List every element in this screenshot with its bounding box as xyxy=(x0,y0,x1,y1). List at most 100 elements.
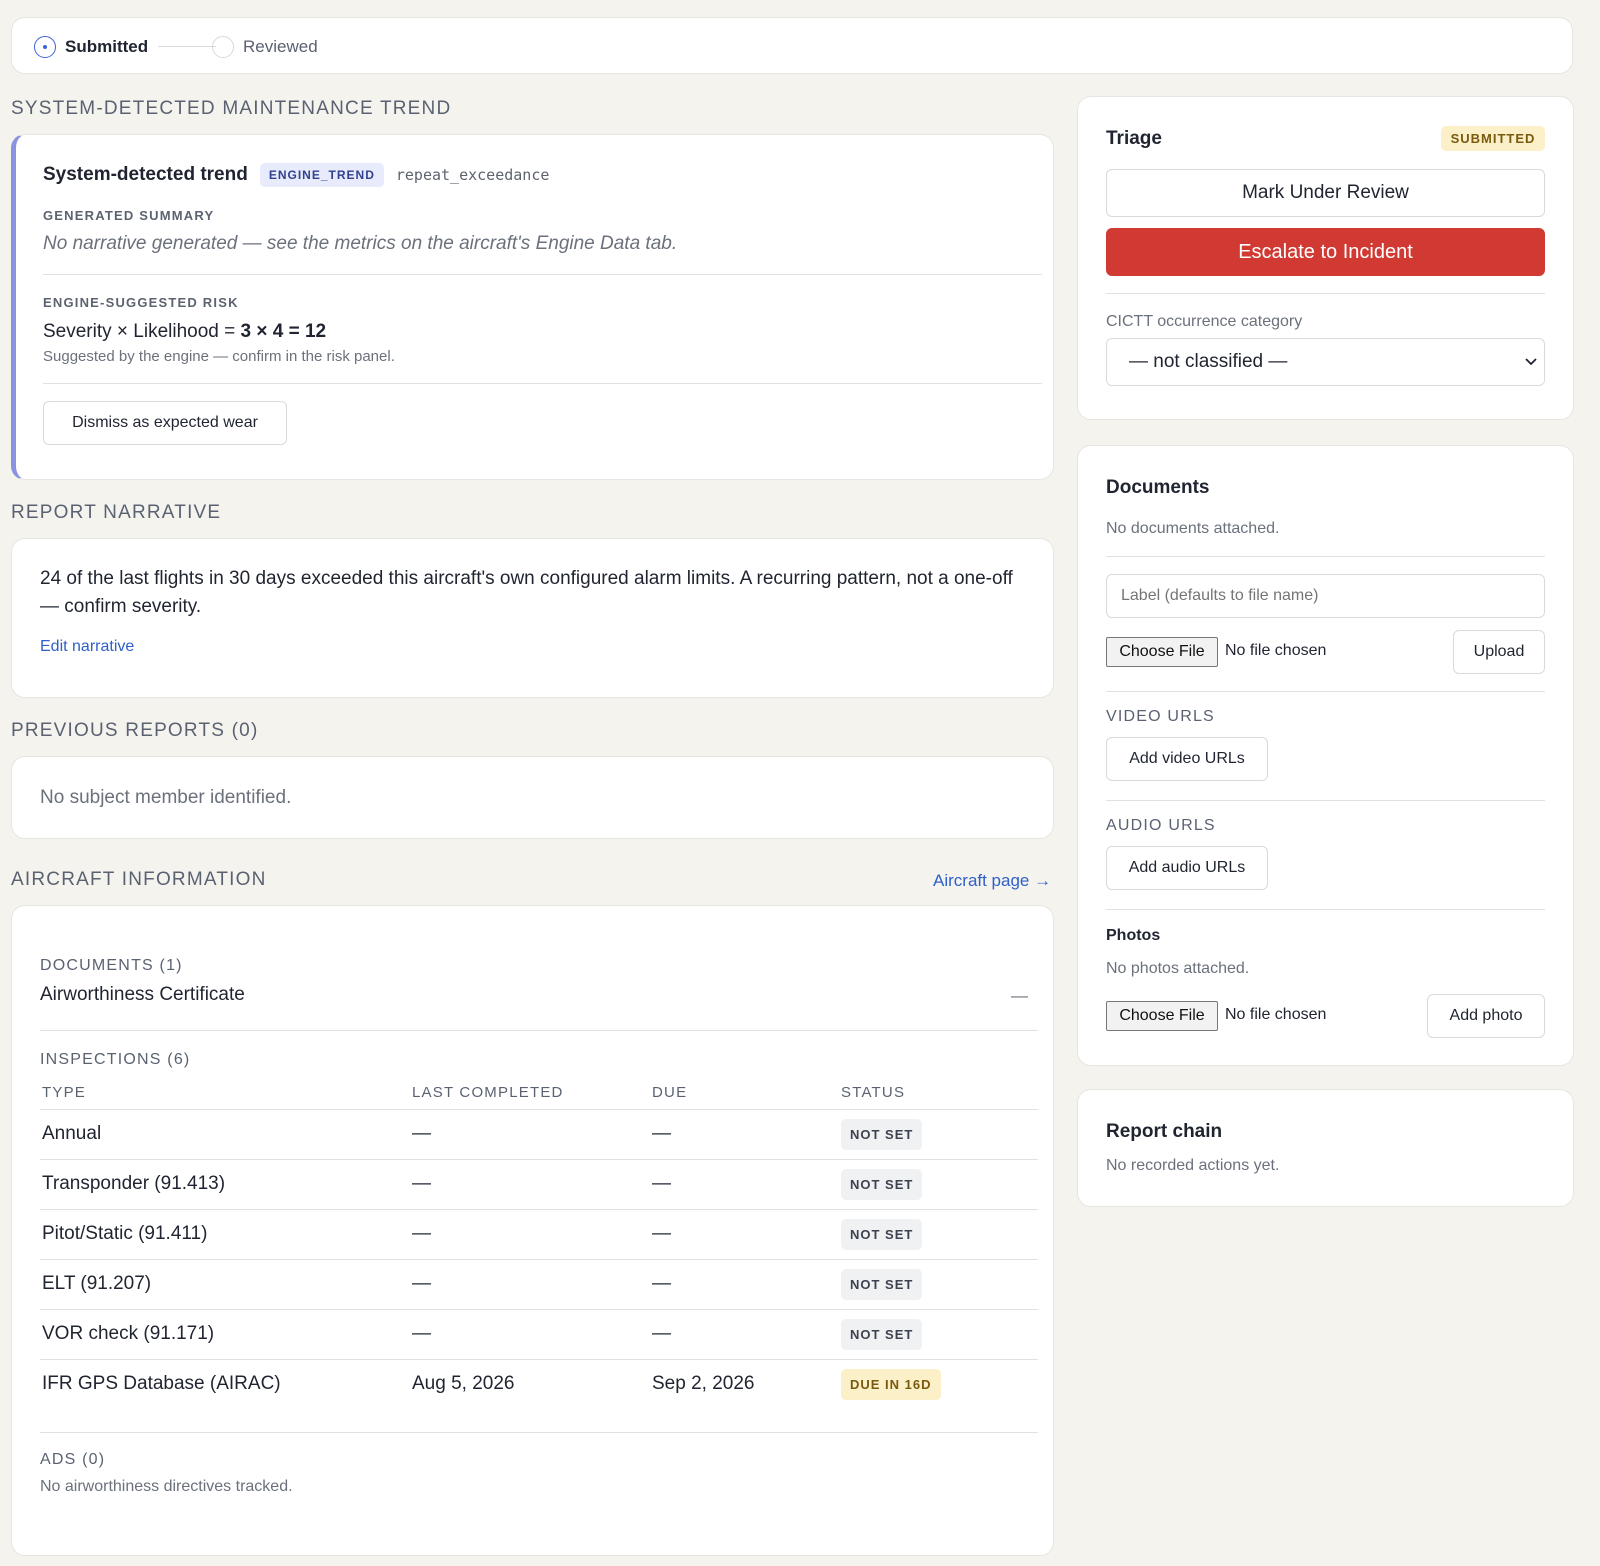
table-row: Annual — — NOT SET xyxy=(40,1109,1038,1159)
section-title-previous: PREVIOUS REPORTS (0) xyxy=(11,720,259,741)
column-header: STATUS xyxy=(841,1084,906,1102)
risk-label: ENGINE-SUGGESTED RISK xyxy=(43,295,239,310)
last-completed-cell: — xyxy=(412,1123,431,1144)
column-header: TYPE xyxy=(42,1084,86,1102)
table-row: Pitot/Static (91.411) — — NOT SET xyxy=(40,1209,1038,1259)
divider xyxy=(1106,293,1545,294)
status-badge: NOT SET xyxy=(841,1268,923,1300)
previous-reports-text: No subject member identified. xyxy=(40,787,292,808)
inspection-type-cell: VOR check (91.171) xyxy=(42,1323,215,1344)
triage-title: Triage xyxy=(1106,128,1162,149)
report-chain-panel: Report chain No recorded actions yet. xyxy=(1077,1089,1574,1207)
due-cell: — xyxy=(652,1223,671,1244)
add-audio-urls-button[interactable]: Add audio URLs xyxy=(1106,846,1268,890)
narrative-text: 24 of the last flights in 30 days exceed… xyxy=(40,568,1013,617)
documents-title: Documents xyxy=(1106,477,1210,498)
divider xyxy=(1106,909,1545,910)
summary-label: GENERATED SUMMARY xyxy=(43,208,215,223)
divider xyxy=(40,1030,1038,1031)
category-select-value: — not classified — xyxy=(1129,351,1288,372)
due-cell: — xyxy=(652,1273,671,1294)
inspections-count-label: INSPECTIONS (6) xyxy=(40,1051,191,1068)
column-header: LAST COMPLETED xyxy=(412,1084,564,1102)
mark-under-review-button[interactable]: Mark Under Review xyxy=(1106,169,1545,217)
column-header: DUE xyxy=(652,1084,688,1102)
status-badge: NOT SET xyxy=(841,1218,923,1250)
risk-note: Suggested by the engine — confirm in the… xyxy=(43,348,395,365)
inspection-type-cell: IFR GPS Database (AIRAC) xyxy=(42,1373,281,1395)
add-video-urls-button[interactable]: Add video URLs xyxy=(1106,737,1268,781)
triage-status-badge: SUBMITTED xyxy=(1441,126,1545,151)
inspection-type-cell: Pitot/Static (91.411) xyxy=(42,1223,208,1244)
inspections-table: TYPE LAST COMPLETED DUE STATUS Annual — — N… xyxy=(40,1077,1038,1409)
category-select[interactable]: — not classified — xyxy=(1106,338,1545,386)
divider xyxy=(43,383,1042,384)
dismiss-button[interactable]: Dismiss as expected wear xyxy=(43,401,287,445)
table-row: ELT (91.207) — — NOT SET xyxy=(40,1259,1038,1309)
add-photo-button[interactable]: Add photo xyxy=(1427,994,1545,1038)
document-label-input[interactable] xyxy=(1106,574,1545,618)
risk-formula: Severity × Likelihood = 3 × 4 = 12 xyxy=(43,321,326,343)
document-name: Airworthiness Certificate xyxy=(40,984,245,1005)
trend-card-title: System-detected trend xyxy=(43,164,248,185)
inspection-type-cell: Transponder (91.413) xyxy=(42,1173,226,1194)
video-urls-label: VIDEO URLS xyxy=(1106,708,1215,725)
trend-card: System-detected trend ENGINE_TREND repea… xyxy=(11,134,1054,480)
previous-reports-card: No subject member identified. xyxy=(11,756,1054,839)
photos-empty-text: No photos attached. xyxy=(1106,960,1250,977)
documents-empty-text: No documents attached. xyxy=(1106,520,1280,537)
step-label: Submitted xyxy=(65,36,149,56)
upload-button[interactable]: Upload xyxy=(1453,630,1545,674)
status-cell: NOT SET xyxy=(841,1109,1038,1159)
due-cell: — xyxy=(652,1173,671,1194)
no-file-text: No file chosen xyxy=(1225,642,1327,659)
trend-type-badge: ENGINE_TREND xyxy=(259,163,384,187)
divider xyxy=(1106,556,1545,557)
chevron-down-icon xyxy=(1525,358,1537,366)
last-completed-cell: — xyxy=(412,1173,431,1194)
section-title-trend: SYSTEM-DETECTED MAINTENANCE TREND xyxy=(11,98,452,119)
narrative-card: 24 of the last flights in 30 days exceed… xyxy=(11,538,1054,698)
documents-count-label: DOCUMENTS (1) xyxy=(40,957,183,974)
status-badge: NOT SET xyxy=(841,1168,923,1200)
category-label: CICTT occurrence category xyxy=(1106,313,1303,330)
divider xyxy=(1106,800,1545,801)
due-cell: — xyxy=(652,1123,671,1144)
report-chain-title: Report chain xyxy=(1106,1121,1223,1142)
last-completed-cell: — xyxy=(412,1273,431,1294)
inspection-type-cell: ELT (91.207) xyxy=(42,1273,152,1294)
ads-count-label: ADS (0) xyxy=(40,1451,106,1468)
choose-file-button[interactable]: Choose File xyxy=(1106,637,1218,667)
escalate-to-incident-button[interactable]: Escalate to Incident xyxy=(1106,228,1545,276)
report-chain-text: No recorded actions yet. xyxy=(1106,1157,1280,1174)
step-pending-icon xyxy=(212,35,234,58)
edit-narrative-link[interactable]: Edit narrative xyxy=(40,638,134,656)
step-submitted: Submitted xyxy=(34,18,148,75)
inspection-type-cell: Annual xyxy=(42,1123,102,1144)
status-cell: NOT SET xyxy=(841,1309,1038,1359)
step-label: Reviewed xyxy=(243,36,318,56)
divider xyxy=(1106,691,1545,692)
status-badge: NOT SET xyxy=(841,1118,923,1150)
documents-panel: Documents No documents attached. Choose … xyxy=(1077,445,1574,1066)
step-connector xyxy=(158,46,216,47)
divider xyxy=(43,274,1042,275)
table-header-row: TYPE LAST COMPLETED DUE STATUS xyxy=(40,1077,1038,1109)
section-title-aircraft: AIRCRAFT INFORMATION xyxy=(11,869,267,890)
status-badge: NOT SET xyxy=(841,1318,923,1350)
status-stepper: Submitted Reviewed xyxy=(11,17,1573,74)
aircraft-card: DOCUMENTS (1) Airworthiness Certificate … xyxy=(11,905,1054,1556)
last-completed-cell: — xyxy=(412,1223,431,1244)
trend-code: repeat_exceedance xyxy=(395,166,550,184)
status-cell: NOT SET xyxy=(841,1209,1038,1259)
audio-urls-label: AUDIO URLS xyxy=(1106,817,1216,834)
triage-panel: Triage SUBMITTED Mark Under Review Escal… xyxy=(1077,96,1574,420)
section-title-narrative: REPORT NARRATIVE xyxy=(11,502,222,523)
status-cell: DUE IN 16D xyxy=(841,1359,1038,1409)
risk-formula-prefix: Severity × Likelihood = xyxy=(43,321,241,342)
status-cell: NOT SET xyxy=(841,1259,1038,1309)
table-row: IFR GPS Database (AIRAC) Aug 5, 2026 Sep 2… xyxy=(40,1359,1038,1409)
aircraft-page-link[interactable]: Aircraft page → xyxy=(933,871,1051,891)
photo-choose-file-button[interactable]: Choose File xyxy=(1106,1001,1218,1031)
step-reviewed: Reviewed xyxy=(212,18,318,75)
